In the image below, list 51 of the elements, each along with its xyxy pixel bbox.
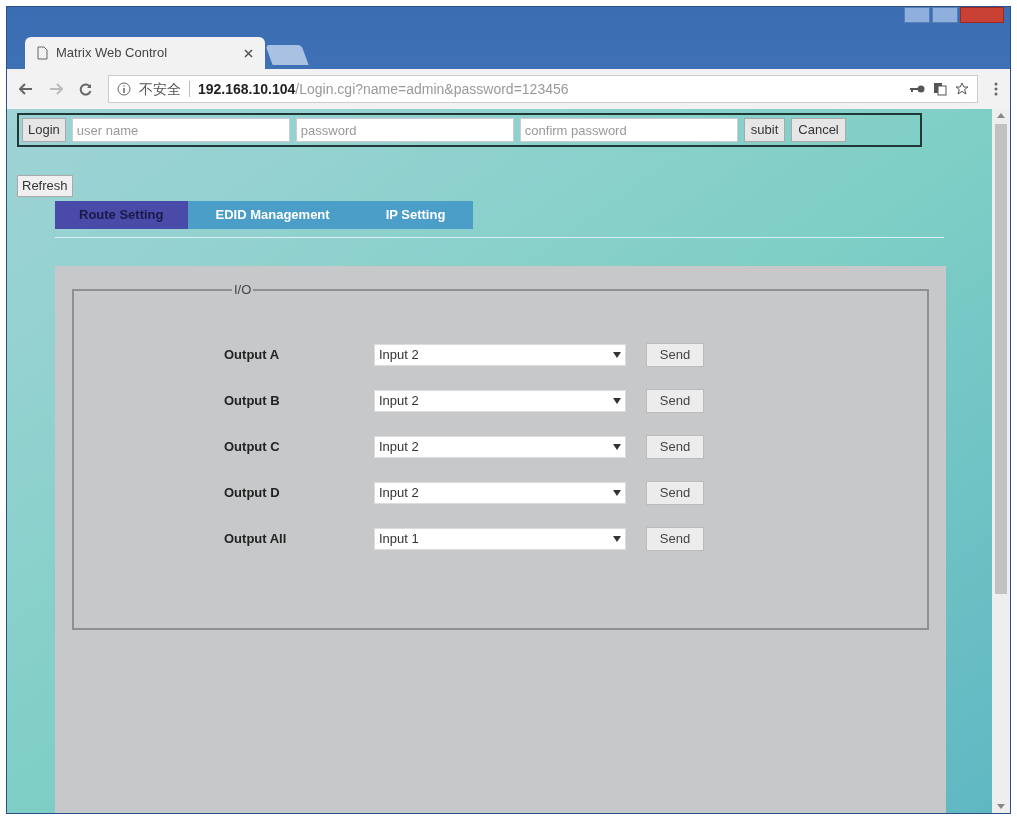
input-field[interactable]: confirm password <box>519 118 738 142</box>
scroll-down-icon[interactable] <box>997 804 1005 809</box>
info-icon <box>117 82 131 96</box>
dropdown-arrow-icon <box>613 443 621 450</box>
output-label: Output C <box>224 437 281 456</box>
security-label: 不安全 <box>139 79 181 99</box>
close-icon[interactable] <box>244 48 253 58</box>
dropdown-arrow-icon <box>613 535 621 542</box>
dropdown-arrow-icon <box>613 397 621 404</box>
key-icon[interactable] <box>909 84 925 94</box>
form-button[interactable]: subit <box>743 118 786 142</box>
tab-title: Matrix Web Control <box>56 44 168 63</box>
output-label: Output B <box>224 391 281 410</box>
form-button[interactable]: Cancel <box>791 118 846 142</box>
group-legend: I/O <box>232 280 254 300</box>
send-button[interactable]: Send <box>646 388 704 413</box>
input-dropdown[interactable]: Input 2 <box>374 343 626 366</box>
close-button[interactable] <box>960 7 1004 23</box>
new-tab-button[interactable] <box>265 45 309 65</box>
menu-icon[interactable] <box>994 82 998 96</box>
input-dropdown[interactable]: Input 2 <box>374 435 626 458</box>
input-field[interactable]: user name <box>71 118 290 142</box>
scrollbar-thumb[interactable] <box>995 124 1007 594</box>
input-dropdown[interactable]: Input 1 <box>374 527 626 550</box>
dropdown-arrow-icon <box>613 489 621 496</box>
output-label: Output All <box>224 529 288 548</box>
output-label: Output D <box>224 483 281 502</box>
input-dropdown[interactable]: Input 2 <box>374 389 626 412</box>
browser-tab[interactable]: Matrix Web Control <box>25 37 265 69</box>
scrollbar[interactable] <box>992 109 1010 813</box>
star-icon[interactable] <box>955 82 969 96</box>
send-button[interactable]: Send <box>646 434 704 459</box>
dropdown-arrow-icon <box>613 351 621 358</box>
page-icon <box>37 46 48 60</box>
forward-icon[interactable] <box>49 83 63 95</box>
send-button[interactable]: Send <box>646 526 704 551</box>
url-text: 192.168.10.104/Login.cgi?name=admin&password=123456 <box>198 79 569 99</box>
back-icon[interactable] <box>19 83 33 95</box>
scroll-up-icon[interactable] <box>997 113 1005 118</box>
maximize-button[interactable] <box>932 7 958 23</box>
login-label: Login <box>22 118 66 142</box>
translate-icon[interactable] <box>933 82 947 96</box>
reload-icon[interactable] <box>79 82 92 96</box>
input-field[interactable]: password <box>295 118 514 142</box>
input-dropdown[interactable]: Input 2 <box>374 481 626 504</box>
address-bar[interactable]: 不安全 192.168.10.104/Login.cgi?name=admin&password=123456 <box>108 75 978 103</box>
send-button[interactable]: Send <box>646 342 704 367</box>
output-label: Output A <box>224 345 281 364</box>
refresh-button[interactable]: Refresh <box>17 175 73 197</box>
send-button[interactable]: Send <box>646 480 704 505</box>
minimize-button[interactable] <box>904 7 930 23</box>
